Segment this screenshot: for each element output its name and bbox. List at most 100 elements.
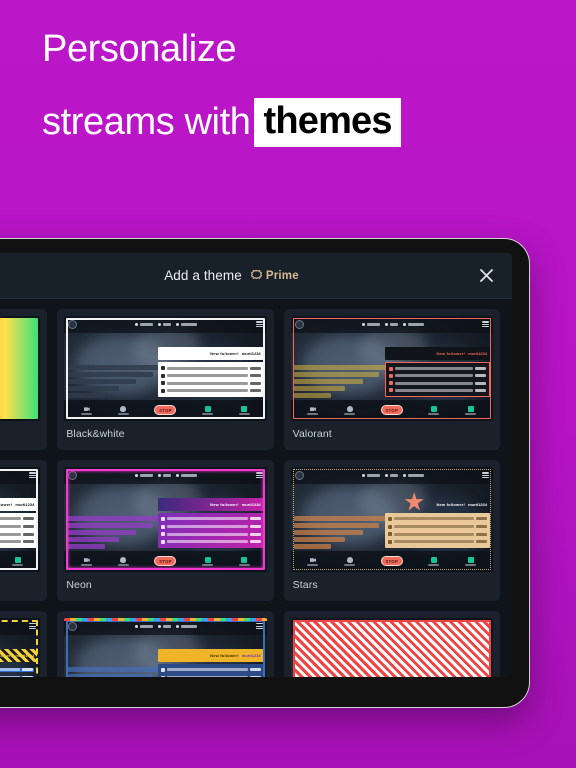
screen-share-control[interactable] [238,557,250,566]
microphone-control[interactable] [117,406,129,415]
camera-icon [83,407,90,412]
viewer-count-stat [361,473,380,477]
theme-name-label: Black&white [66,427,125,440]
donation-row [387,539,487,544]
screen-share-control[interactable] [465,406,477,415]
prime-label: Prime [265,269,299,282]
modal-header: Add a theme Prime [0,253,512,299]
theme-card-blackwhite[interactable]: New follower! murti1234 STOP Black&white [57,309,274,450]
theme-preview-mockup: New follower! murti1234 STOP [0,617,41,677]
duration-stat [176,624,198,628]
microphone-control[interactable] [344,557,356,566]
stream-stats [361,473,424,477]
theme-card-caution[interactable]: New follower! murti1234 STOP [0,610,48,677]
theme-card-rainbow[interactable]: New follower! murti1234 STOP [0,309,48,450]
duration-stat [402,473,424,477]
screen-share-control[interactable] [238,406,250,415]
camera-control[interactable] [81,557,93,566]
theme-card-pixels[interactable]: New follower! murti1234 STOP Pixels [57,610,274,677]
alert-username: NEW SUB [468,653,487,659]
alert-username: murti1234 [241,351,261,357]
stop-stream-button[interactable]: STOP [154,405,177,416]
donation-row [388,373,486,378]
new-follower-alert: New follower! murti1234 [384,347,490,361]
chat-line [67,543,105,549]
chat-icon [430,406,437,413]
camera-control[interactable] [307,557,319,566]
theme-preview[interactable]: New follower! murti1234 STOP [0,316,41,421]
stream-menu-icon [29,472,37,479]
stream-menu-icon [29,623,37,630]
donation-row [161,388,261,393]
theme-preview[interactable]: New follower! murti1234 STOP [64,617,267,677]
headline-prefix: streams with [42,101,251,144]
chat-control[interactable] [428,406,440,415]
tablet-device-frame: Add a theme Prime ower! murti1234 New fo… [0,238,530,708]
prime-crown-icon [250,270,262,279]
donation-row [0,381,35,385]
stream-control-bar: STOP [64,550,267,572]
stream-menu-icon [29,321,37,328]
alert-username: murti1234 [15,653,35,659]
stream-menu-icon [481,321,489,328]
donation-list-panel [158,362,264,397]
theme-preview-mockup: New follower! murti1234 STOP [64,466,267,572]
close-icon [479,269,493,282]
chat-line [293,378,363,384]
stream-chat-lines [67,515,161,549]
theme-card-neon[interactable]: New follower! murti1234 STOP Neon [57,459,274,601]
stop-stream-button[interactable]: STOP [154,556,177,567]
stop-stream-button[interactable]: STOP [380,556,403,567]
theme-preview[interactable]: New follower! murti1234 STOP [0,466,41,572]
duration-stat [402,322,424,326]
donation-row [161,532,261,537]
chat-line [67,364,161,370]
chat-control[interactable] [428,557,440,566]
stream-status-bar [290,617,493,635]
camera-control[interactable] [307,406,319,415]
duration-stat [402,624,424,628]
signal-stat [384,624,398,628]
screen-share-icon [241,557,248,564]
pixel-stripe-top [64,617,267,621]
theme-preview[interactable]: New follower! murti1234 STOP [290,316,493,421]
theme-preview[interactable]: New follower! murti1234 STOP [64,466,267,572]
stream-menu-icon [255,472,263,479]
screen-share-control[interactable] [465,557,477,566]
stream-menu-icon [255,321,263,328]
chat-line [67,371,153,377]
stream-control-bar: STOP [290,550,493,572]
theme-card-candycane[interactable]: Murti 1234 NEW SUB STOP Candy Cane [283,610,500,677]
theme-card-stars[interactable]: New follower! murti1234 STOP Stars [283,459,500,601]
camera-control[interactable] [81,406,93,415]
screen-share-control[interactable] [12,557,24,566]
donation-list-panel [158,664,264,677]
theme-preview-mockup: New follower! murti1234 STOP [64,316,267,421]
chat-control[interactable] [202,557,214,566]
screen-share-icon [467,406,474,413]
donation-row [387,516,487,521]
stream-stats [135,473,198,477]
theme-preview-mockup: Murti 1234 NEW SUB STOP [290,617,493,677]
alert-text: New follower! [436,351,466,357]
screen-share-control[interactable] [12,406,24,415]
theme-preview[interactable]: New follower! murti1234 STOP [64,316,267,421]
theme-card-pastel[interactable]: New follower! murti1234 STOP [0,459,48,601]
microphone-control[interactable] [117,557,129,566]
streamer-avatar [68,470,78,480]
close-button[interactable] [476,266,496,286]
theme-preview[interactable]: New follower! murti1234 STOP [290,466,493,572]
stream-status-bar [0,617,41,635]
stream-status-bar [290,316,493,333]
chat-line [67,522,153,528]
chat-control[interactable] [202,406,214,415]
theme-card-valorant[interactable]: New follower! murti1234 STOP Valorant [283,309,500,450]
theme-preview[interactable]: Murti 1234 NEW SUB STOP [290,617,493,677]
microphone-control[interactable] [344,406,356,415]
alert-username: murti1234 [15,351,35,357]
theme-preview[interactable]: New follower! murti1234 STOP [0,617,41,677]
duration-stat [176,322,198,326]
stop-stream-button[interactable]: STOP [380,405,403,416]
signal-stat [158,624,172,628]
stream-control-bar: STOP [0,399,41,421]
